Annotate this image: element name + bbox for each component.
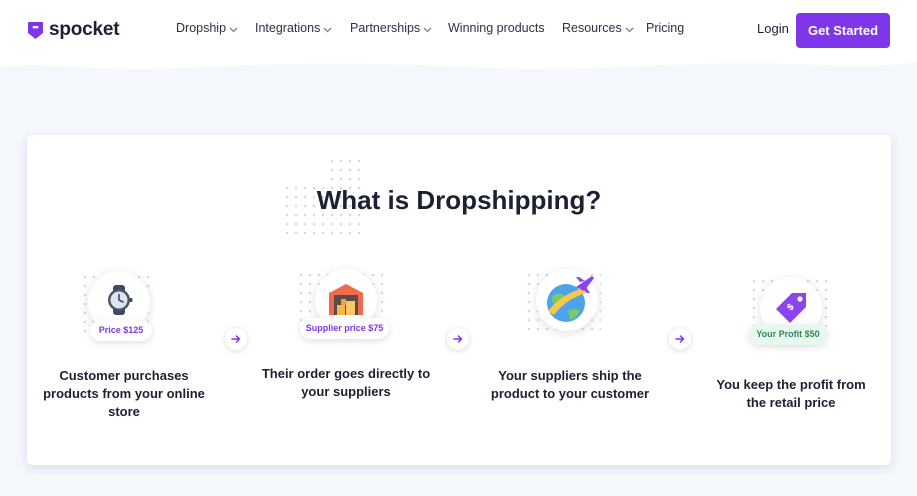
watch-icon [108,285,133,315]
nav-dropship[interactable]: Dropship [176,21,238,35]
step-caption: You keep the profit from the retail pric… [716,377,866,410]
nav-label: Resources [562,21,622,35]
logo-icon [28,21,43,39]
nav-label: Pricing [646,21,685,35]
nav-label: Integrations [255,21,321,35]
nav-resources[interactable]: Resources [562,21,634,35]
step-icon-circle [536,269,598,331]
step-caption: Customer purchases products from your on… [43,368,205,419]
section-title: What is Dropshipping? [316,185,602,215]
logo-text: spocket [49,19,120,40]
supplier-price-badge: Supplier price $75 [300,318,389,339]
globe-airplane-icon [547,276,594,322]
chevron-down-icon [323,27,332,33]
arrow-right-icon [447,328,469,350]
what-is-dropshipping-card: What is Dropshipping? Price $125 Custome… [27,135,891,465]
nav-label: Dropship [176,21,227,35]
chevron-down-icon [229,27,238,33]
get-started-button[interactable]: Get Started [796,13,890,48]
price-tag-icon: $ [776,293,806,323]
chevron-down-icon [423,27,432,33]
step-caption: Your suppliers ship the product to your … [490,368,650,401]
nav-integrations[interactable]: Integrations [255,21,332,35]
nav-pricing[interactable]: Pricing [646,21,684,35]
logo[interactable]: spocket [27,19,120,41]
arrow-right-icon [225,328,247,350]
nav-partnerships[interactable]: Partnerships [350,21,432,35]
header-wave [0,58,917,69]
nav-label: Winning products [448,21,545,35]
nav-label: Partnerships [350,21,421,35]
login-link[interactable]: Login [757,21,789,36]
price-badge: Price $125 [90,320,152,341]
arrow-right-icon [669,328,691,350]
warehouse-icon [329,284,363,315]
site-header: spocket Dropship Integrations Partnershi… [0,0,917,62]
profit-badge: Your Profit $50 [749,324,827,345]
chevron-down-icon [625,27,634,33]
nav-winning-products[interactable]: Winning products [448,21,545,35]
step-caption: Their order goes directly to your suppli… [261,366,431,399]
